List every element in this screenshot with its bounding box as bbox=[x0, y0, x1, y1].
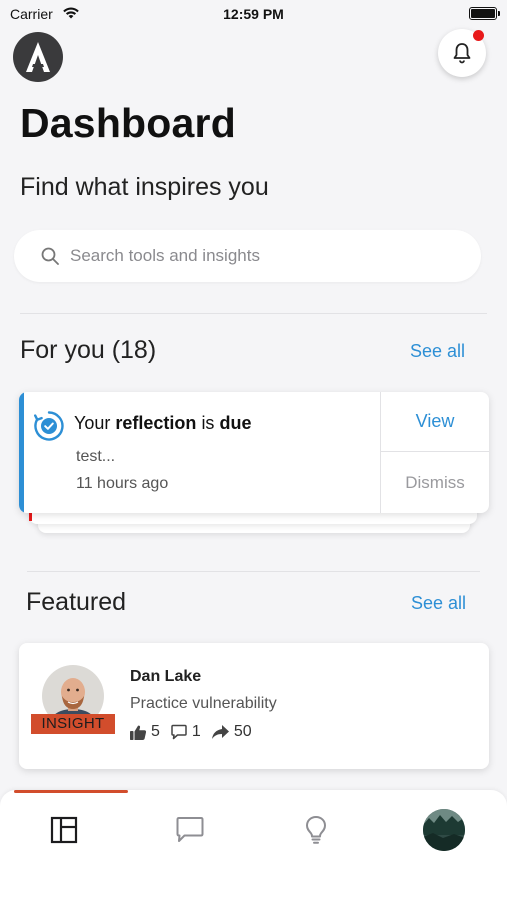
share-arrow-icon bbox=[211, 725, 229, 739]
notifications-button[interactable] bbox=[438, 29, 486, 77]
comments-stat[interactable]: 1 bbox=[170, 723, 201, 741]
lightbulb-icon bbox=[306, 816, 326, 844]
status-bar: Carrier 12:59 PM bbox=[0, 0, 507, 30]
app-logo-a-icon bbox=[26, 42, 50, 72]
featured-title: Practice vulnerability bbox=[130, 695, 277, 712]
card-accent-bar bbox=[19, 392, 24, 513]
featured-author: Dan Lake bbox=[130, 668, 202, 685]
active-tab-indicator bbox=[14, 790, 128, 793]
title-prefix: Your bbox=[74, 413, 111, 433]
search-input[interactable] bbox=[70, 230, 470, 282]
chat-icon bbox=[176, 817, 204, 842]
shares-count: 50 bbox=[233, 723, 252, 740]
reflection-card-subtitle: test... bbox=[76, 448, 116, 465]
reflection-due-icon bbox=[34, 411, 64, 441]
title-emphasis-due: due bbox=[219, 413, 252, 433]
tab-profile[interactable] bbox=[414, 809, 474, 851]
app-logo[interactable] bbox=[13, 32, 63, 82]
shares-stat[interactable]: 50 bbox=[211, 723, 252, 741]
divider bbox=[20, 313, 487, 314]
featured-stats: 5 1 50 bbox=[129, 723, 262, 741]
card-actions: View Dismiss bbox=[380, 392, 489, 513]
divider bbox=[27, 571, 480, 572]
page-title: Dashboard bbox=[20, 100, 236, 146]
battery-icon bbox=[469, 7, 500, 20]
comment-icon bbox=[171, 724, 187, 740]
tab-insights[interactable] bbox=[286, 810, 346, 850]
page-subtitle: Find what inspires you bbox=[20, 173, 269, 201]
unread-badge bbox=[473, 30, 484, 41]
reflection-card-timestamp: 11 hours ago bbox=[76, 475, 169, 492]
insight-badge: INSIGHT bbox=[31, 714, 115, 734]
title-emphasis-reflection: reflection bbox=[115, 413, 197, 433]
reflection-card[interactable]: Your reflection is due test... 11 hours … bbox=[19, 392, 489, 513]
tab-messages[interactable] bbox=[160, 810, 220, 850]
profile-avatar bbox=[423, 809, 465, 851]
search-icon bbox=[41, 247, 59, 265]
comments-count: 1 bbox=[191, 723, 201, 740]
thumbs-up-icon bbox=[130, 725, 147, 740]
reflection-card-title: Your reflection is due bbox=[74, 413, 251, 434]
bell-icon bbox=[453, 43, 471, 64]
for-you-heading: For you (18) bbox=[20, 336, 157, 364]
tab-bar bbox=[0, 790, 507, 900]
status-time: 12:59 PM bbox=[223, 6, 284, 22]
likes-count: 5 bbox=[151, 723, 160, 740]
featured-heading: Featured bbox=[26, 588, 127, 616]
tab-dashboard[interactable] bbox=[34, 810, 94, 850]
view-button[interactable]: View bbox=[381, 392, 489, 452]
featured-insight-card[interactable]: INSIGHT Dan Lake Practice vulnerability … bbox=[19, 643, 489, 769]
search-bar[interactable] bbox=[14, 230, 481, 282]
dismiss-button[interactable]: Dismiss bbox=[381, 453, 489, 513]
dashboard-icon bbox=[50, 816, 78, 844]
title-middle: is bbox=[201, 413, 215, 433]
featured-see-all-link[interactable]: See all bbox=[411, 593, 466, 614]
for-you-see-all-link[interactable]: See all bbox=[410, 341, 465, 362]
likes-stat[interactable]: 5 bbox=[129, 723, 160, 741]
